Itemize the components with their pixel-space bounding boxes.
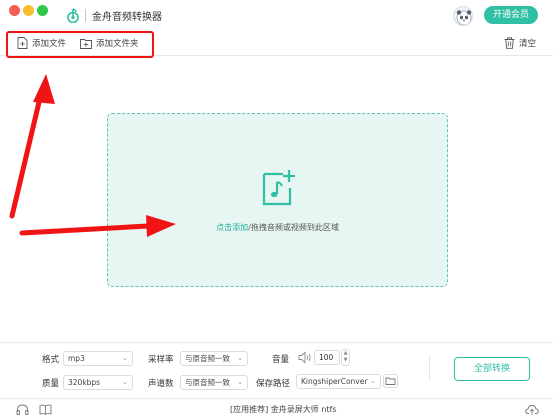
zoom-window-button[interactable] <box>37 5 48 16</box>
add-file-button[interactable]: 添加文件 <box>17 36 66 50</box>
quality-value: 320kbps <box>68 378 101 387</box>
trash-icon <box>504 37 515 49</box>
speaker-icon <box>298 351 311 364</box>
chevron-down-icon: ⌄ <box>122 378 128 386</box>
format-select[interactable]: mp3 ⌄ <box>63 351 133 366</box>
convert-all-button[interactable]: 全部转换 <box>454 357 530 381</box>
add-file-icon <box>17 37 28 49</box>
add-music-file-icon <box>262 170 295 206</box>
click-add-link[interactable]: 点击添加 <box>216 223 248 232</box>
close-window-button[interactable] <box>9 5 20 16</box>
clear-label: 清空 <box>519 39 537 49</box>
drop-hint: 点击添加/拖拽音频或视频到此区域 <box>108 222 447 233</box>
browse-folder-button[interactable] <box>383 374 398 388</box>
add-folder-button[interactable]: 添加文件夹 <box>80 36 139 50</box>
add-folder-label: 添加文件夹 <box>96 39 139 49</box>
volume-input[interactable]: 100 <box>314 350 340 365</box>
folder-icon <box>385 377 396 385</box>
chevron-down-icon: ⌄ <box>368 375 376 388</box>
channels-select[interactable]: 与原音频一致 ⌄ <box>180 375 248 390</box>
chevron-down-icon: ⌄ <box>237 378 243 386</box>
format-value: mp3 <box>68 354 85 363</box>
add-folder-icon <box>80 38 92 49</box>
panda-avatar-icon <box>456 10 472 25</box>
channels-value: 与原音频一致 <box>185 378 230 387</box>
drop-zone[interactable]: 点击添加/拖拽音频或视频到此区域 <box>107 113 448 287</box>
vip-button[interactable]: 开通会员 <box>484 6 538 24</box>
toolbar: 添加文件 添加文件夹 清空 <box>0 30 553 56</box>
panel-divider <box>429 356 430 380</box>
chevron-down-icon: ⌄ <box>237 354 243 362</box>
samplerate-select[interactable]: 与原音频一致 ⌄ <box>180 351 248 366</box>
format-label: 格式 <box>42 355 60 365</box>
drop-hint-text: /拖拽音频或视频到此区域 <box>248 223 339 232</box>
clear-button[interactable]: 清空 <box>504 36 536 50</box>
samplerate-label: 采样率 <box>148 355 174 365</box>
add-file-label: 添加文件 <box>32 39 67 49</box>
quality-select[interactable]: 320kbps ⌄ <box>63 375 133 390</box>
volume-stepper[interactable]: ▲ ▼ <box>341 349 350 366</box>
headphones-icon[interactable] <box>16 404 29 415</box>
user-avatar[interactable] <box>453 6 473 26</box>
minimize-window-button[interactable] <box>23 5 34 16</box>
stepper-up-icon[interactable]: ▲ <box>344 350 348 356</box>
arrow-up-annotation <box>9 74 55 219</box>
stepper-down-icon[interactable]: ▼ <box>344 357 348 363</box>
volume-label: 音量 <box>272 355 290 365</box>
app-recommend-text[interactable]: [应用推荐] 金舟录屏大师 ntfs <box>230 404 337 415</box>
footer-bar: [应用推荐] 金舟录屏大师 ntfs <box>0 398 553 419</box>
samplerate-value: 与原音频一致 <box>185 354 230 363</box>
title-bar: 金舟音频转换器 开通会员 <box>0 0 553 30</box>
book-icon[interactable] <box>39 404 52 415</box>
quality-label: 质量 <box>42 379 60 389</box>
app-title: 金舟音频转换器 <box>92 12 162 23</box>
savepath-value: KingshiperConver <box>301 377 368 386</box>
savepath-label: 保存路径 <box>256 379 291 389</box>
cloud-upload-icon[interactable] <box>525 404 539 415</box>
title-separator <box>85 9 86 22</box>
channels-label: 声道数 <box>148 379 174 389</box>
app-logo-icon <box>67 8 79 23</box>
chevron-down-icon: ⌄ <box>122 354 128 362</box>
savepath-select[interactable]: KingshiperConver ⌄ <box>296 374 381 389</box>
